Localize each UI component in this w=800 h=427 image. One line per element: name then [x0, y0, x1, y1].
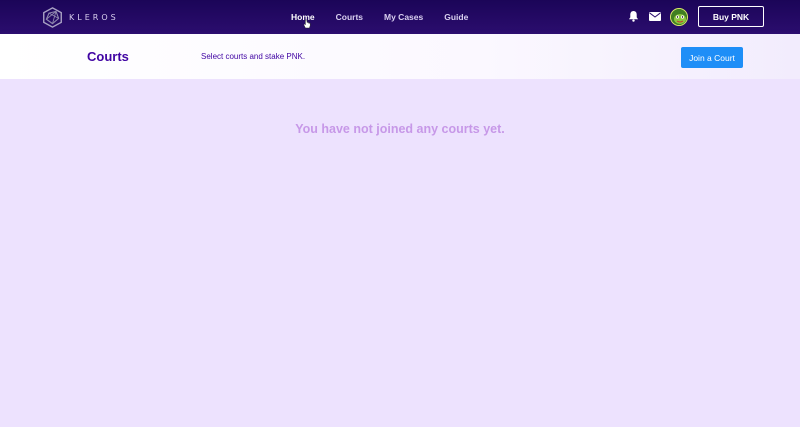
kleros-logo-icon: [43, 6, 62, 28]
page-subtitle: Select courts and stake PNK.: [201, 52, 306, 61]
page-header: Courts Select courts and stake PNK. Join…: [0, 34, 800, 79]
hand-cursor-icon: [303, 19, 311, 29]
kleros-logo[interactable]: KLEROS: [42, 6, 119, 28]
logo-text: KLEROS: [69, 12, 119, 22]
nav-link-courts[interactable]: Courts: [336, 12, 363, 22]
bell-icon[interactable]: [628, 10, 639, 22]
empty-state-message: You have not joined any courts yet.: [295, 122, 505, 136]
nav-link-guide[interactable]: Guide: [444, 12, 468, 22]
nav-links: Home Courts My Cases Guide: [291, 0, 489, 34]
top-navbar: KLEROS Home Courts My Cases Guide Buy PN…: [0, 0, 800, 34]
avatar-icon: [671, 9, 687, 25]
mail-icon[interactable]: [649, 12, 661, 21]
buy-pnk-button[interactable]: Buy PNK: [698, 6, 764, 27]
avatar[interactable]: [670, 8, 688, 26]
join-court-button[interactable]: Join a Court: [681, 47, 743, 68]
main-content: You have not joined any courts yet.: [0, 79, 800, 427]
page-title: Courts: [87, 49, 129, 64]
nav-link-my-cases[interactable]: My Cases: [384, 12, 423, 22]
